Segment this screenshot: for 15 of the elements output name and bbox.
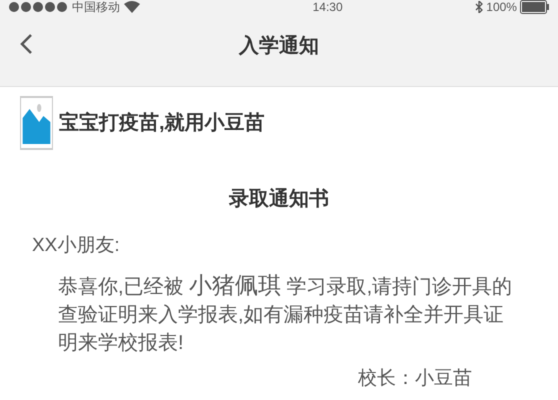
carrier-name: 中国移动: [72, 1, 120, 13]
greeting-text: XX小朋友:: [32, 235, 120, 256]
signature-text: 校长：小豆苗: [358, 368, 472, 388]
image-placeholder-icon: [20, 96, 53, 150]
letter-paragraph: 恭喜你,已经被 小猪佩琪 学习录取,请持门诊开具的查验证明来入学报表,如有漏种疫苗请补全并开具证明来学校报表!: [58, 270, 514, 356]
signal-icon: [8, 1, 68, 13]
letter-title: 录取通知书: [229, 188, 329, 210]
battery-percent: 100%: [486, 1, 517, 13]
ad-title: 宝宝打疫苗,就用小豆苗: [59, 110, 265, 136]
clock-time: 14:30: [312, 1, 343, 13]
chevron-left-icon: [19, 33, 33, 55]
bluetooth-icon: [475, 1, 484, 13]
battery-icon: [520, 0, 550, 14]
wifi-icon: [124, 1, 140, 13]
page-title: 入学通知: [239, 34, 319, 59]
